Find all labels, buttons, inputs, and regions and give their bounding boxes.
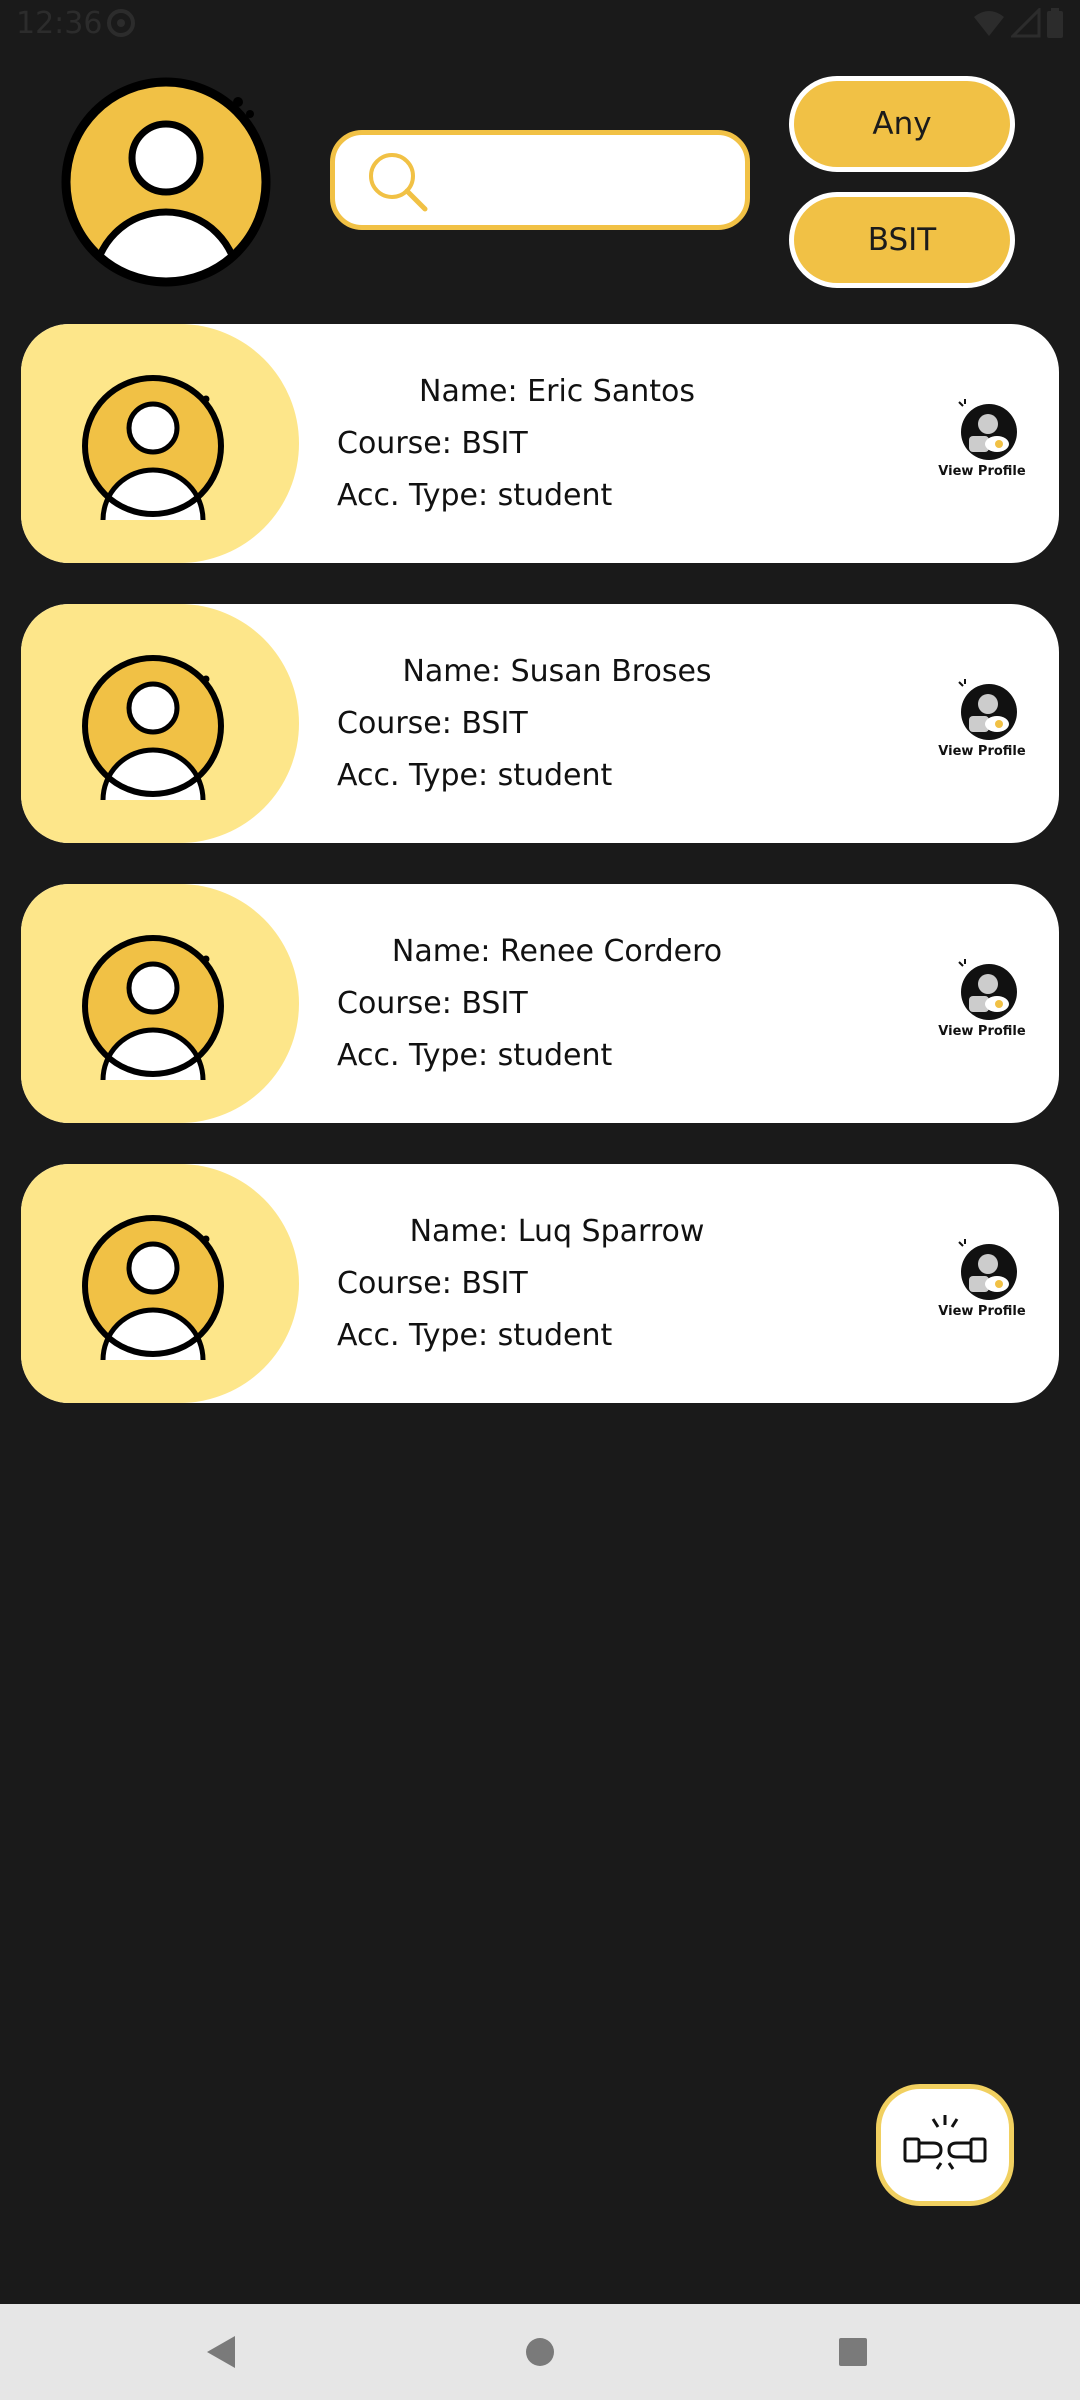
view-profile-label: View Profile	[938, 464, 1026, 479]
view-profile-button[interactable]: View Profile	[933, 958, 1031, 1048]
do-not-disturb-icon	[107, 9, 135, 37]
view-profile-button[interactable]: View Profile	[933, 678, 1031, 768]
fist-bump-icon	[903, 2115, 987, 2170]
battery-icon	[1047, 8, 1063, 38]
view-profile-icon	[958, 399, 1017, 460]
user-account-type: Acc. Type: student	[337, 478, 613, 513]
view-profile-icon	[958, 959, 1017, 1020]
user-avatar-icon	[82, 375, 224, 520]
profile-avatar[interactable]	[60, 76, 272, 288]
wifi-icon	[973, 11, 1004, 36]
back-icon[interactable]	[205, 2334, 237, 2370]
search-box[interactable]	[330, 130, 750, 230]
user-name: Name: Susan Broses	[402, 654, 712, 689]
user-course: Course: BSIT	[337, 1266, 528, 1301]
recents-icon[interactable]	[838, 2337, 868, 2367]
user-name: Name: Luq Sparrow	[409, 1214, 705, 1249]
user-card[interactable]: Name: Renee Cordero Course: BSIT Acc. Ty…	[21, 884, 1059, 1123]
user-course: Course: BSIT	[337, 986, 528, 1021]
user-avatar-icon	[82, 1215, 224, 1360]
user-avatar-icon	[82, 655, 224, 800]
status-icons	[972, 6, 1064, 42]
view-profile-label: View Profile	[938, 1024, 1026, 1039]
connect-fab-button[interactable]	[876, 2084, 1014, 2206]
view-profile-icon	[958, 679, 1017, 740]
account-type-filter-button[interactable]: Any	[789, 76, 1015, 172]
view-profile-label: View Profile	[938, 744, 1026, 759]
search-icon	[369, 153, 428, 212]
user-name: Name: Eric Santos	[419, 374, 695, 409]
system-nav-bar	[0, 2304, 1080, 2400]
view-profile-label: View Profile	[938, 1304, 1026, 1319]
status-bar: 12:36	[0, 0, 1080, 48]
user-account-type: Acc. Type: student	[337, 1038, 613, 1073]
view-profile-button[interactable]: View Profile	[933, 1238, 1031, 1328]
user-course: Course: BSIT	[337, 706, 528, 741]
user-card[interactable]: Name: Susan Broses Course: BSIT Acc. Typ…	[21, 604, 1059, 843]
user-card[interactable]: Name: Luq Sparrow Course: BSIT Acc. Type…	[21, 1164, 1059, 1403]
home-icon[interactable]	[524, 2336, 556, 2368]
cellular-signal-icon	[1009, 6, 1041, 38]
view-profile-icon	[958, 1239, 1017, 1300]
user-account-type: Acc. Type: student	[337, 1318, 613, 1353]
user-name: Name: Renee Cordero	[391, 934, 723, 969]
status-time: 12:36	[16, 6, 103, 41]
user-course: Course: BSIT	[337, 426, 528, 461]
search-input[interactable]	[445, 149, 729, 213]
user-account-type: Acc. Type: student	[337, 758, 613, 793]
view-profile-button[interactable]: View Profile	[933, 398, 1031, 488]
user-card[interactable]: Name: Eric Santos Course: BSIT Acc. Type…	[21, 324, 1059, 563]
course-filter-button[interactable]: BSIT	[789, 192, 1015, 288]
user-avatar-icon	[82, 935, 224, 1080]
